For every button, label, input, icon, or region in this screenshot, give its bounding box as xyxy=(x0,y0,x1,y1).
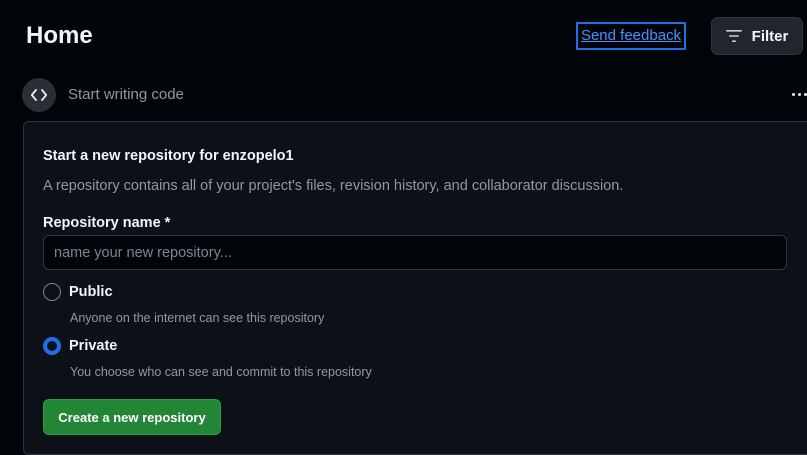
filter-button-label: Filter xyxy=(751,27,789,45)
private-hint: You choose who can see and commit to thi… xyxy=(70,365,372,379)
private-radio[interactable] xyxy=(43,337,61,355)
repository-name-label: Repository name * xyxy=(43,215,171,231)
new-repository-card: Start a new repository for enzopelo1 A r… xyxy=(23,121,807,455)
card-description: A repository contains all of your projec… xyxy=(43,178,624,194)
create-repository-button[interactable]: Create a new repository xyxy=(43,399,221,435)
repository-name-input[interactable] xyxy=(43,235,787,270)
feed-header: Start writing code xyxy=(22,78,807,112)
card-heading: Start a new repository for enzopelo1 xyxy=(43,148,294,164)
code-icon xyxy=(31,89,47,101)
public-label: Public xyxy=(69,284,113,300)
send-feedback-link[interactable]: Send feedback xyxy=(576,22,686,50)
filter-icon xyxy=(725,30,742,42)
page-title: Home xyxy=(26,22,93,49)
home-page: Home Send feedback Filter Start writing … xyxy=(0,0,807,455)
kebab-horizontal-icon[interactable] xyxy=(783,80,807,108)
filter-button[interactable]: Filter xyxy=(711,17,803,55)
feed-label: Start writing code xyxy=(68,86,184,103)
code-badge xyxy=(22,78,56,112)
private-label: Private xyxy=(69,338,118,354)
public-hint: Anyone on the internet can see this repo… xyxy=(70,311,325,325)
visibility-option-public[interactable]: Public xyxy=(43,283,113,301)
visibility-option-private[interactable]: Private xyxy=(43,337,117,355)
public-radio[interactable] xyxy=(43,283,61,301)
